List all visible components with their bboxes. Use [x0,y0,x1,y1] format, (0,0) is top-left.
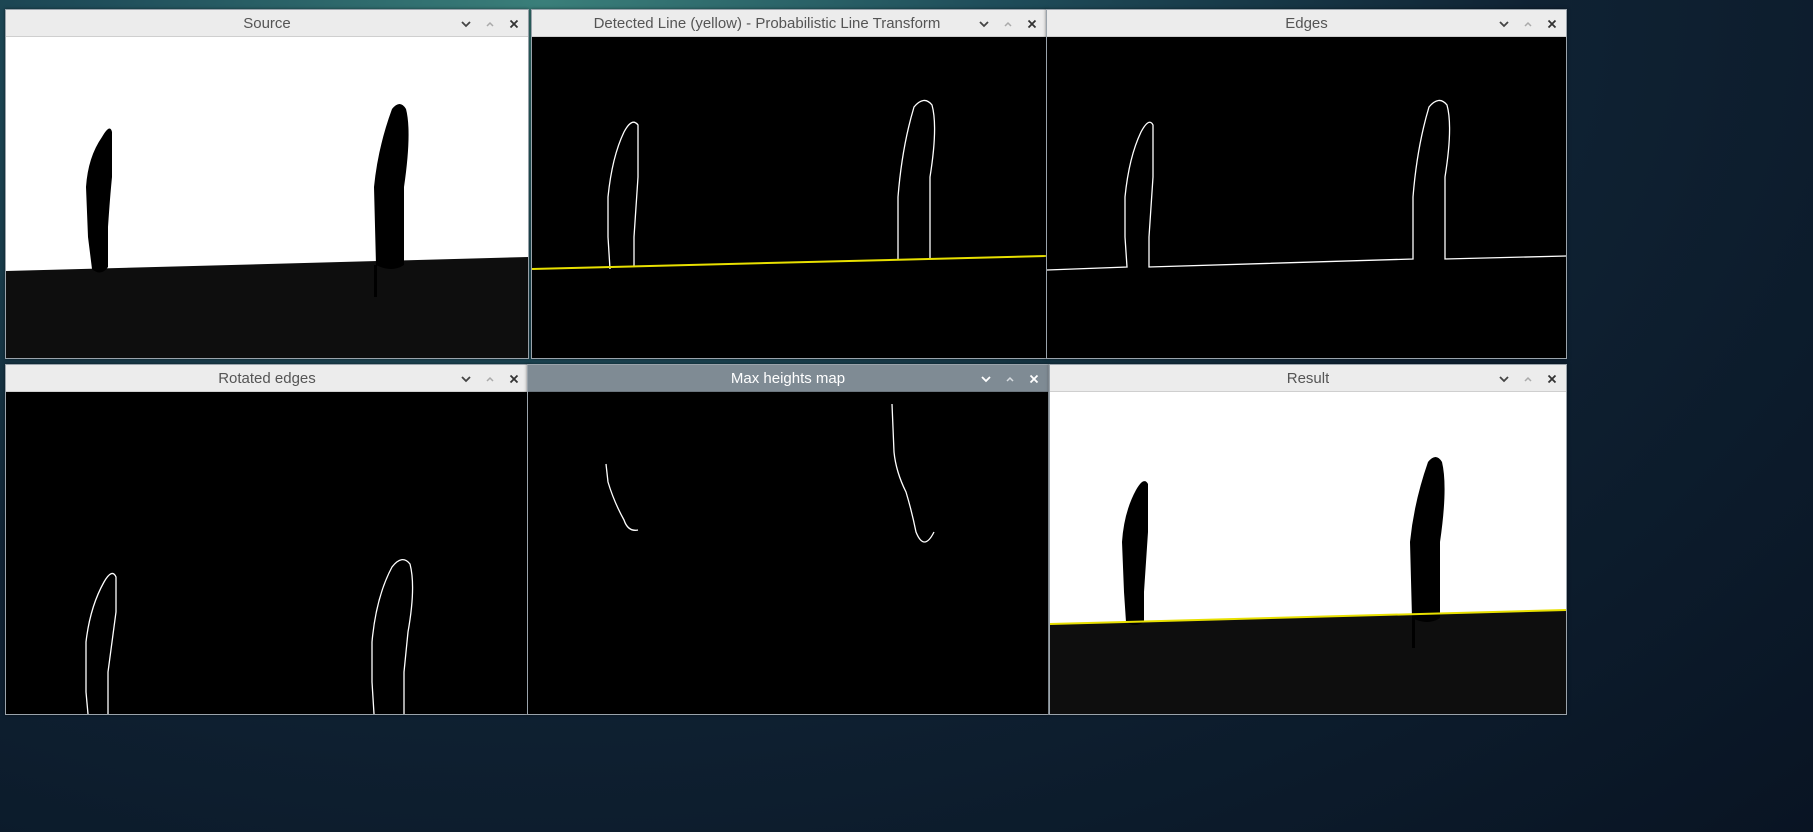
chevron-up-icon[interactable] [482,16,498,32]
window-edges-title: Edges [1285,14,1328,32]
window-detected-line-title: Detected Line (yellow) - Probabilistic L… [593,14,941,32]
window-detected-line[interactable]: Detected Line (yellow) - Probabilistic L… [531,9,1047,359]
chevron-down-icon[interactable] [458,371,474,387]
chevron-up-icon[interactable] [1000,16,1016,32]
window-result-title: Result [1286,369,1330,387]
window-source-title: Source [243,14,291,32]
window-rotated-edges-title: Rotated edges [218,369,316,387]
window-max-heights-map-title: Max heights map [730,369,846,387]
detected-line-image [532,37,1046,358]
window-result-titlebar[interactable]: Result [1050,365,1566,392]
close-icon[interactable] [506,371,522,387]
close-icon[interactable] [1544,371,1560,387]
rotated-edges-image [6,392,528,714]
window-source-titlebar[interactable]: Source [6,10,528,37]
source-image [6,37,528,358]
edges-image [1047,37,1566,358]
chevron-up-icon[interactable] [1520,16,1536,32]
chevron-up-icon[interactable] [1520,371,1536,387]
window-max-heights-map[interactable]: Max heights map [527,364,1049,715]
window-detected-line-titlebar[interactable]: Detected Line (yellow) - Probabilistic L… [532,10,1046,37]
result-image [1050,392,1566,714]
chevron-up-icon[interactable] [1002,371,1018,387]
window-source[interactable]: Source [5,9,529,359]
window-max-heights-map-titlebar[interactable]: Max heights map [528,365,1048,392]
chevron-up-icon[interactable] [482,371,498,387]
window-rotated-edges[interactable]: Rotated edges [5,364,529,715]
close-icon[interactable] [1026,371,1042,387]
window-edges[interactable]: Edges [1046,9,1567,359]
close-icon[interactable] [506,16,522,32]
window-result[interactable]: Result [1049,364,1567,715]
close-icon[interactable] [1544,16,1560,32]
chevron-down-icon[interactable] [976,16,992,32]
chevron-down-icon[interactable] [458,16,474,32]
window-rotated-edges-titlebar[interactable]: Rotated edges [6,365,528,392]
chevron-down-icon[interactable] [1496,16,1512,32]
close-icon[interactable] [1024,16,1040,32]
chevron-down-icon[interactable] [1496,371,1512,387]
chevron-down-icon[interactable] [978,371,994,387]
window-edges-titlebar[interactable]: Edges [1047,10,1566,37]
max-heights-map-image [528,392,1048,714]
